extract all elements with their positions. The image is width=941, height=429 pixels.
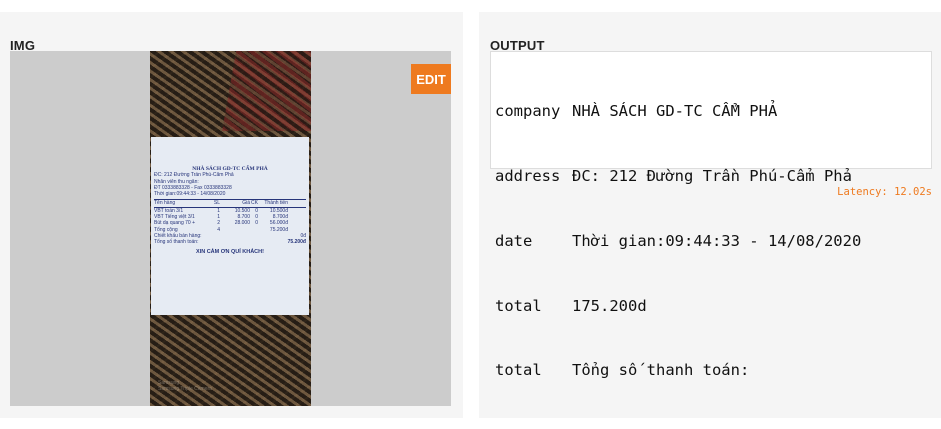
output-key: date xyxy=(495,231,533,250)
latency-label: Latency: 12.02s xyxy=(837,186,932,198)
edit-button[interactable]: EDIT xyxy=(411,64,451,94)
receipt-header-cell: CK xyxy=(251,200,258,207)
output-key: company xyxy=(495,102,561,121)
receipt-header-cell: Thành tiền xyxy=(264,200,288,207)
output-text-box[interactable]: company NHÀ SÁCH GD-TC CẨM PHẢ address ĐC:… xyxy=(490,51,932,379)
watermark-line: Samsung Triple Camera xyxy=(158,386,212,392)
receipt-header-cell: SL xyxy=(213,200,220,207)
output-key: total xyxy=(495,361,542,380)
image-viewer: NHÀ SÁCH GD-TC CẨM PHẢ ĐC: 212 Đường Trầ… xyxy=(10,51,451,406)
receipt-header-cell: Giá xyxy=(242,200,250,207)
output-key: address xyxy=(495,166,561,185)
receipt-pay-value: 75.200đ xyxy=(287,239,306,246)
receipt-paper: NHÀ SÁCH GD-TC CẨM PHẢ ĐC: 212 Đường Trầ… xyxy=(151,137,309,315)
output-value: Tổng số thanh toán: xyxy=(572,361,750,380)
camera-watermark: Samsung Samsung Triple Camera xyxy=(158,380,212,392)
img-panel: IMG NHÀ SÁCH GD-TC CẨM PHẢ ĐC: 212 Đường… xyxy=(0,12,463,418)
receipt-table: Tên hàng SL Giá CK Thành tiền VBT toán 3… xyxy=(154,199,306,233)
receipt-thanks: XIN CẢM ƠN QUÍ KHÁCH! xyxy=(196,248,264,255)
receipt-header-cell: Tên hàng xyxy=(154,200,176,207)
receipt-pay-row: Tổng số thanh toán: 75.200đ xyxy=(154,239,306,245)
output-row: total 175.200d xyxy=(495,296,931,318)
receipt-pay-label: Tổng số thanh toán: xyxy=(154,239,199,246)
output-panel: OUTPUT company NHÀ SÁCH GD-TC CẨM PHẢ add… xyxy=(479,12,941,418)
output-row: company NHÀ SÁCH GD-TC CẨM PHẢ xyxy=(495,101,931,123)
receipt-total-qty: 4 xyxy=(217,226,220,233)
output-value: 175.200d xyxy=(572,296,647,315)
receipt-photo: NHÀ SÁCH GD-TC CẨM PHẢ ĐC: 212 Đường Trầ… xyxy=(150,51,311,406)
receipt-table-header: Tên hàng SL Giá CK Thành tiền xyxy=(154,200,306,208)
output-value: NHÀ SÁCH GD-TC CẨM PHẢ xyxy=(572,102,778,121)
output-row: date Thời gian:09:44:33 - 14/08/2020 xyxy=(495,231,931,253)
receipt-total-value: 75.200đ xyxy=(269,226,288,233)
output-row: address ĐC: 212 Đường Trần Phú-Cẩm Phả xyxy=(495,166,931,188)
photo-background-pattern xyxy=(222,51,311,131)
output-value: Thời gian:09:44:33 - 14/08/2020 xyxy=(572,231,862,250)
output-key: total xyxy=(495,296,542,315)
output-value: ĐC: 212 Đường Trần Phú-Cẩm Phả xyxy=(572,166,852,185)
output-row: total Tổng số thanh toán: xyxy=(495,360,931,382)
receipt-time: Thời gian:09:44:33 - 14/08/2020 xyxy=(154,191,226,198)
